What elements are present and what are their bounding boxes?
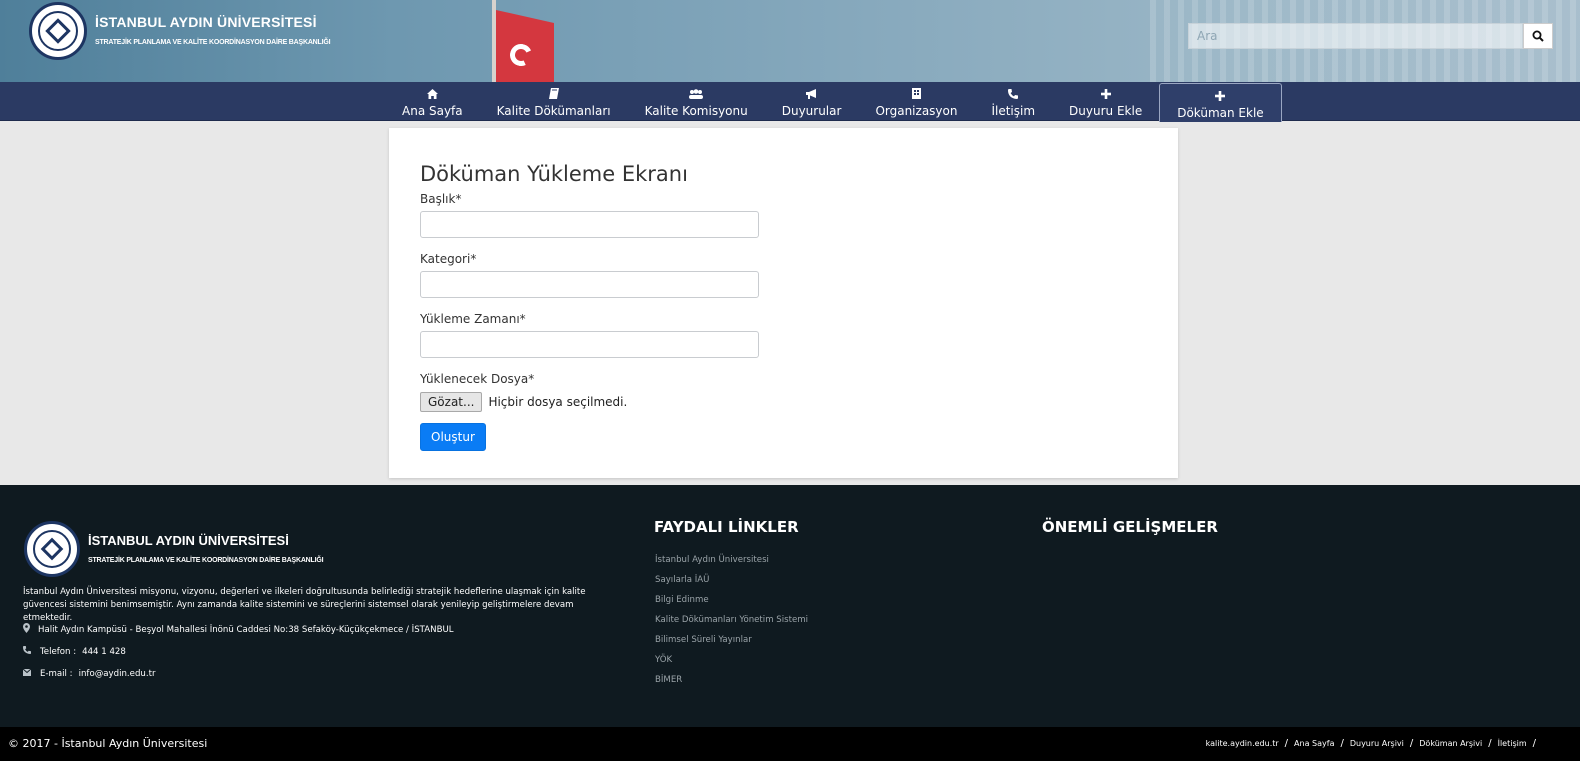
separator: / xyxy=(1532,738,1536,749)
university-logo[interactable] xyxy=(29,2,87,60)
phone-icon xyxy=(23,646,31,657)
search-icon xyxy=(1532,30,1544,42)
bottom-link-announcement-archive[interactable]: Duyuru Arşivi xyxy=(1350,739,1404,748)
phone-label: Telefon : xyxy=(40,646,77,657)
file-input: Gözat... Hiçbir dosya seçilmedi. xyxy=(420,392,627,412)
upload-form-card: Döküman Yükleme Ekranı Başlık* Kategori*… xyxy=(389,128,1178,478)
nav-label: İletişim xyxy=(991,104,1036,118)
map-marker-icon xyxy=(23,623,31,636)
page-title: Döküman Yükleme Ekranı xyxy=(420,162,688,186)
search-button[interactable] xyxy=(1523,23,1553,49)
important-news-heading: ÖNEMLİ GELİŞMELER xyxy=(1042,518,1218,536)
footer-link[interactable]: BİMER xyxy=(655,675,808,695)
footer-address: Halit Aydın Kampüsü - Beşyol Mahallesi İ… xyxy=(23,623,454,636)
building-icon xyxy=(911,86,921,101)
footer-brand-title: İSTANBUL AYDIN ÜNİVERSİTESİ xyxy=(88,533,289,548)
phone-icon xyxy=(1008,86,1019,101)
separator: / xyxy=(1284,738,1289,749)
book-icon xyxy=(548,86,559,101)
nav-item-kalite-komisyonu[interactable]: Kalite Komisyonu xyxy=(628,82,765,121)
nav-item-kalite-dokumanlari[interactable]: Kalite Dökümanları xyxy=(480,82,628,121)
category-field-label: Kategori* xyxy=(420,252,477,266)
bottom-bar: © 2017 - İstanbul Aydın Üniversitesi kal… xyxy=(0,727,1580,761)
bottom-links: kalite.aydin.edu.tr / Ana Sayfa / Duyuru… xyxy=(1206,738,1542,749)
footer-link[interactable]: Bilgi Edinme xyxy=(655,595,808,615)
footer-link[interactable]: Bilimsel Süreli Yayınlar xyxy=(655,635,808,655)
nav-label: Organizasyon xyxy=(875,104,958,118)
phone-value: 444 1 428 xyxy=(82,646,126,657)
email-value[interactable]: info@aydin.edu.tr xyxy=(79,669,156,679)
nav-label: Duyurular xyxy=(781,104,842,118)
nav-label: Döküman Ekle xyxy=(1177,106,1264,120)
megaphone-icon xyxy=(805,86,818,101)
footer-link[interactable]: İstanbul Aydın Üniversitesi xyxy=(655,555,808,575)
footer-link[interactable]: Sayılarla İAÜ xyxy=(655,575,808,595)
bottom-link-document-archive[interactable]: Döküman Arşivi xyxy=(1419,739,1482,748)
title-field-label: Başlık* xyxy=(420,192,462,206)
file-field-label: Yüklenecek Dosya* xyxy=(420,372,535,386)
search-input[interactable] xyxy=(1188,23,1523,49)
upload-time-field[interactable] xyxy=(420,331,759,358)
email-label: E-mail : xyxy=(40,669,73,679)
nav-item-dokuman-ekle[interactable]: Döküman Ekle xyxy=(1159,83,1282,122)
footer-brand-subtitle: STRATEJİK PLANLAMA VE KALİTE KOORDİNASYO… xyxy=(88,557,324,564)
brand-title[interactable]: İSTANBUL AYDIN ÜNİVERSİTESİ xyxy=(95,14,317,30)
separator: / xyxy=(1340,738,1344,749)
bottom-link-contact[interactable]: İletişim xyxy=(1498,739,1527,748)
nav-label: Duyuru Ekle xyxy=(1069,104,1143,118)
search-bar xyxy=(1188,23,1553,49)
users-icon xyxy=(689,86,704,101)
useful-links-list: İstanbul Aydın Üniversitesi Sayılarla İA… xyxy=(655,555,808,695)
useful-links-heading: FAYDALI LİNKLER xyxy=(654,518,799,536)
separator: / xyxy=(1409,738,1414,749)
nav-item-duyurular[interactable]: Duyurular xyxy=(765,82,859,121)
header-banner: İSTANBUL AYDIN ÜNİVERSİTESİ STRATEJİK PL… xyxy=(0,0,1580,82)
envelope-icon xyxy=(22,668,32,679)
upload-time-field-label: Yükleme Zamanı* xyxy=(420,312,526,326)
nav-item-iletisim[interactable]: İletişim xyxy=(974,82,1052,121)
create-button[interactable]: Oluştur xyxy=(420,423,486,451)
address-text: Halit Aydın Kampüsü - Beşyol Mahallesi İ… xyxy=(38,624,454,635)
browse-button[interactable]: Gözat... xyxy=(420,392,483,412)
nav-item-duyuru-ekle[interactable]: Duyuru Ekle xyxy=(1052,82,1159,121)
footer-link[interactable]: Kalite Dökümanları Yönetim Sistemi xyxy=(655,615,808,635)
banner-flag-pole xyxy=(492,0,496,82)
main-navbar: Ana Sayfa Kalite Dökümanları Kalite Komi… xyxy=(0,82,1580,122)
title-field[interactable] xyxy=(420,211,759,238)
footer-description: İstanbul Aydın Üniversitesi misyonu, viz… xyxy=(23,587,586,623)
separator: / xyxy=(1488,738,1492,749)
footer: İSTANBUL AYDIN ÜNİVERSİTESİ STRATEJİK PL… xyxy=(0,485,1580,727)
brand-subtitle: STRATEJİK PLANLAMA VE KALİTE KOORDİNASYO… xyxy=(95,39,331,46)
nav-item-organizasyon[interactable]: Organizasyon xyxy=(858,82,974,121)
file-status-text: Hiçbir dosya seçilmedi. xyxy=(488,395,628,409)
bottom-link-home[interactable]: Ana Sayfa xyxy=(1294,739,1334,748)
home-icon xyxy=(426,86,438,101)
footer-phone: Telefon : 444 1 428 xyxy=(23,646,126,657)
nav-label: Kalite Dökümanları xyxy=(496,104,611,118)
category-field[interactable] xyxy=(420,271,759,298)
copyright-text: © 2017 - İstanbul Aydın Üniversitesi xyxy=(8,737,208,750)
nav-label: Ana Sayfa xyxy=(402,104,463,118)
bottom-link-site[interactable]: kalite.aydin.edu.tr xyxy=(1206,739,1279,748)
nav-label: Kalite Komisyonu xyxy=(644,104,748,118)
nav-item-ana-sayfa[interactable]: Ana Sayfa xyxy=(385,82,480,121)
footer-link[interactable]: YÖK xyxy=(655,655,808,675)
plus-icon xyxy=(1100,86,1111,101)
footer-email: E-mail : info@aydin.edu.tr xyxy=(22,668,156,679)
plus-icon xyxy=(1215,88,1226,103)
footer-university-logo xyxy=(24,521,80,577)
